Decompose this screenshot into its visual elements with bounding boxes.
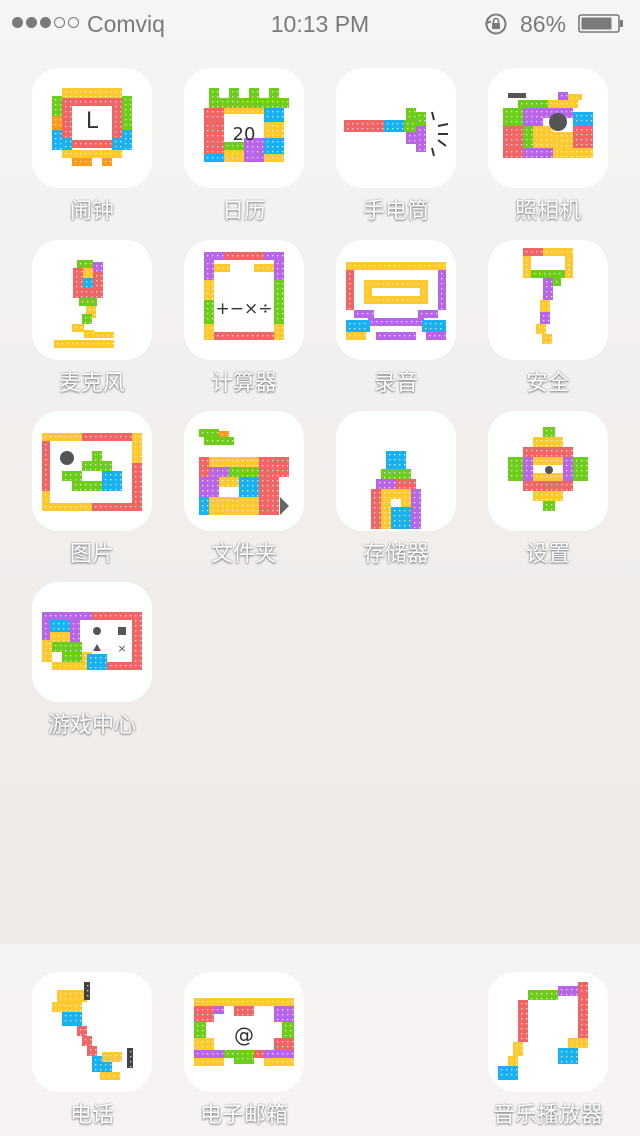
app-game-center[interactable]: × 游戏中心 <box>32 582 152 742</box>
picture-icon <box>42 433 142 511</box>
camera-icon <box>503 92 593 158</box>
calendar-tile[interactable]: 20 <box>184 68 304 188</box>
microphone-icon <box>54 260 114 348</box>
app-label: 文件夹 <box>210 542 277 567</box>
usb-drive-icon <box>371 451 421 529</box>
flashlight-icon <box>344 108 449 157</box>
camera-tile[interactable] <box>488 68 608 188</box>
app-recorder[interactable]: 录音 <box>336 240 456 400</box>
app-label: 设置 <box>525 542 570 567</box>
at-sign: @ <box>234 1023 254 1047</box>
app-security[interactable]: 安全 <box>488 240 608 400</box>
app-flashlight[interactable]: 手电筒 <box>336 68 456 228</box>
dock-app-music[interactable]: 音乐播放器 <box>488 972 608 1132</box>
battery-icon <box>578 14 623 33</box>
app-label: 照相机 <box>514 199 581 224</box>
calculator-symbols: +−×÷ <box>216 299 273 319</box>
app-label: 图片 <box>69 542 114 567</box>
app-label: 手电筒 <box>362 199 429 224</box>
app-label: 游戏中心 <box>47 713 136 738</box>
alarm-clock-icon: L <box>52 88 132 166</box>
email-tile[interactable]: @ <box>184 972 304 1092</box>
calculator-icon: +−×÷ <box>204 252 284 340</box>
email-icon: @ <box>194 998 294 1066</box>
app-microphone[interactable]: 麦克风 <box>32 240 152 400</box>
app-label: 录音 <box>373 371 418 396</box>
key-icon <box>523 248 573 344</box>
status-bar: Comviq 10:13 PM 86% <box>0 0 640 48</box>
calendar-icon: 20 <box>204 88 289 162</box>
app-label: 电话 <box>69 1103 114 1128</box>
phone-handset-icon <box>52 982 133 1080</box>
app-calendar[interactable]: 20 日历 <box>184 68 304 228</box>
files-tile[interactable] <box>184 411 304 531</box>
phone-tile[interactable] <box>32 972 152 1092</box>
music-note-icon <box>498 982 588 1080</box>
app-label: 安全 <box>525 371 570 396</box>
alarm-tile[interactable]: L <box>32 68 152 188</box>
flashlight-tile[interactable] <box>336 68 456 188</box>
app-label: 存储器 <box>362 542 429 567</box>
game-center-tile[interactable]: × <box>32 582 152 702</box>
app-calculator[interactable]: +−×÷ 计算器 <box>184 240 304 400</box>
security-tile[interactable] <box>488 240 608 360</box>
svg-text:×: × <box>117 642 126 655</box>
app-label: 闹钟 <box>69 199 114 224</box>
app-settings[interactable]: 设置 <box>488 411 608 571</box>
battery-percentage: 86% <box>520 11 567 37</box>
recorder-tile[interactable] <box>336 240 456 360</box>
app-files[interactable]: 文件夹 <box>184 411 304 571</box>
app-label: 计算器 <box>210 371 277 396</box>
storage-tile[interactable] <box>336 411 456 531</box>
svg-text:L: L <box>86 109 99 134</box>
app-pictures[interactable]: 图片 <box>32 411 152 571</box>
gear-icon <box>508 427 588 511</box>
settings-tile[interactable] <box>488 411 608 531</box>
app-label: 电子邮箱 <box>199 1103 288 1128</box>
folder-icon <box>199 429 289 515</box>
app-label: 麦克风 <box>58 371 125 396</box>
app-alarm[interactable]: L 闹钟 <box>32 68 152 228</box>
dock-app-email[interactable]: @ 电子邮箱 <box>184 972 304 1132</box>
gamepad-icon: × <box>42 612 142 670</box>
calendar-date: 20 <box>233 124 256 145</box>
music-tile[interactable] <box>488 972 608 1092</box>
app-camera[interactable]: 照相机 <box>488 68 608 228</box>
microphone-tile[interactable] <box>32 240 152 360</box>
app-storage[interactable]: 存储器 <box>336 411 456 571</box>
dock-app-phone[interactable]: 电话 <box>32 972 152 1132</box>
pictures-tile[interactable] <box>32 411 152 531</box>
app-label: 音乐播放器 <box>492 1103 603 1128</box>
rotation-lock-icon <box>484 13 507 35</box>
cassette-icon <box>346 262 446 340</box>
app-label: 日历 <box>221 199 266 224</box>
calculator-tile[interactable]: +−×÷ <box>184 240 304 360</box>
